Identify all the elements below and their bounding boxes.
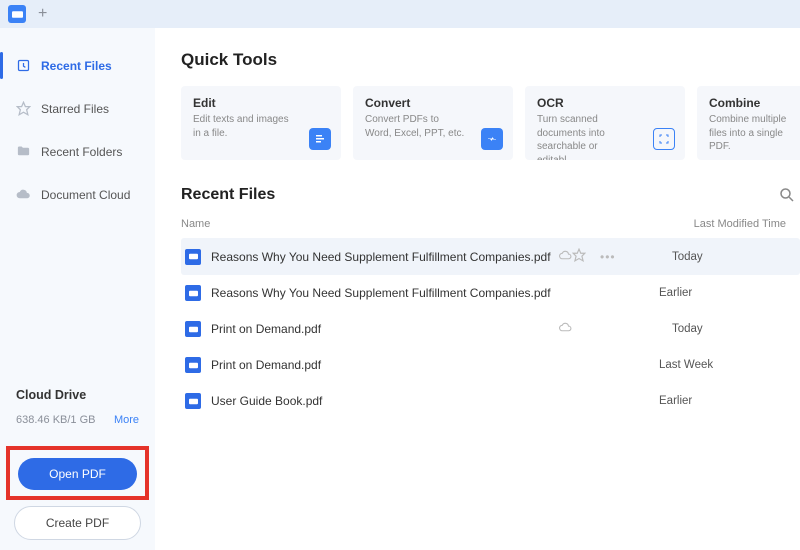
sidebar-item-label: Recent Files (41, 59, 112, 73)
tool-desc: Convert PDFs to Word, Excel, PPT, etc. (365, 113, 465, 140)
file-time: Today (672, 251, 703, 263)
file-list: Reasons Why You Need Supplement Fulfillm… (181, 238, 800, 419)
sidebar-item-starred[interactable]: Starred Files (0, 93, 155, 124)
tool-desc: Combine multiple files into a single PDF… (709, 113, 795, 154)
sidebar-item-recent-folders[interactable]: Recent Folders (0, 136, 155, 167)
file-name: Reasons Why You Need Supplement Fulfillm… (211, 286, 551, 300)
file-time: Today (672, 323, 703, 335)
cloud-drive-title: Cloud Drive (16, 388, 139, 402)
cloud-badge-icon (559, 249, 572, 265)
file-name: User Guide Book.pdf (211, 394, 551, 408)
star-icon[interactable] (572, 248, 586, 265)
file-actions: ••• (572, 248, 672, 265)
pdf-file-icon (185, 321, 201, 337)
tool-desc: Edit texts and images in a file. (193, 113, 293, 140)
sidebar-item-document-cloud[interactable]: Document Cloud (0, 179, 155, 210)
folder-icon (16, 144, 31, 159)
cloud-drive-block: Cloud Drive 638.46 KB/1 GB More (0, 388, 155, 436)
file-row[interactable]: Reasons Why You Need Supplement Fulfillm… (181, 238, 800, 275)
tool-title: Convert (365, 96, 501, 110)
pdf-file-icon (185, 285, 201, 301)
titlebar: + (0, 0, 800, 28)
clock-icon (16, 58, 31, 73)
star-icon (16, 101, 31, 116)
open-pdf-button[interactable]: Open PDF (18, 458, 137, 490)
search-icon[interactable] (778, 186, 796, 204)
sidebar-nav: Recent Files Starred Files Recent Folder… (0, 28, 155, 388)
new-tab-button[interactable]: + (38, 5, 47, 23)
recent-files-heading: Recent Files (181, 186, 800, 204)
tool-title: Combine (709, 96, 795, 110)
pdf-file-icon (185, 393, 201, 409)
sidebar-item-label: Document Cloud (41, 188, 130, 202)
file-row[interactable]: Reasons Why You Need Supplement Fulfillm… (181, 275, 800, 311)
edit-icon (309, 128, 331, 150)
file-time: Earlier (659, 395, 692, 407)
sidebar: Recent Files Starred Files Recent Folder… (0, 28, 155, 550)
file-row[interactable]: User Guide Book.pdf Earlier (181, 383, 800, 419)
create-pdf-button[interactable]: Create PDF (14, 506, 141, 540)
tool-title: OCR (537, 96, 673, 110)
file-row[interactable]: Print on Demand.pdf Today (181, 311, 800, 347)
ocr-icon (653, 128, 675, 150)
quick-tools-heading: Quick Tools (181, 50, 800, 70)
file-name: Print on Demand.pdf (211, 358, 551, 372)
file-time: Earlier (659, 287, 692, 299)
sidebar-item-recent-files[interactable]: Recent Files (0, 50, 155, 81)
file-name: Print on Demand.pdf (211, 322, 551, 336)
cloud-badge-icon (559, 321, 572, 337)
main-content: Quick Tools Edit Edit texts and images i… (155, 28, 800, 550)
cloud-icon (16, 187, 31, 202)
convert-icon (481, 128, 503, 150)
file-time: Last Week (659, 359, 713, 371)
app-logo-icon (8, 5, 26, 23)
cloud-usage: 638.46 KB/1 GB (16, 414, 96, 426)
cloud-more-link[interactable]: More (114, 414, 139, 426)
file-row[interactable]: Print on Demand.pdf Last Week (181, 347, 800, 383)
tool-desc: Turn scanned documents into searchable o… (537, 113, 637, 160)
tool-card-ocr[interactable]: OCR Turn scanned documents into searchab… (525, 86, 685, 160)
tool-card-edit[interactable]: Edit Edit texts and images in a file. (181, 86, 341, 160)
quick-tools-row: Edit Edit texts and images in a file. Co… (181, 86, 800, 160)
pdf-file-icon (185, 249, 201, 265)
pdf-file-icon (185, 357, 201, 373)
sidebar-item-label: Starred Files (41, 102, 109, 116)
tool-title: Edit (193, 96, 329, 110)
table-header: Name Last Modified Time (181, 218, 800, 238)
col-time: Last Modified Time (694, 218, 786, 230)
tool-card-combine[interactable]: Combine Combine multiple files into a si… (697, 86, 800, 160)
sidebar-item-label: Recent Folders (41, 145, 122, 159)
file-name: Reasons Why You Need Supplement Fulfillm… (211, 250, 551, 264)
col-name: Name (181, 218, 621, 230)
tool-card-convert[interactable]: Convert Convert PDFs to Word, Excel, PPT… (353, 86, 513, 160)
more-icon[interactable]: ••• (600, 250, 616, 264)
open-pdf-highlight: Open PDF (6, 446, 149, 500)
